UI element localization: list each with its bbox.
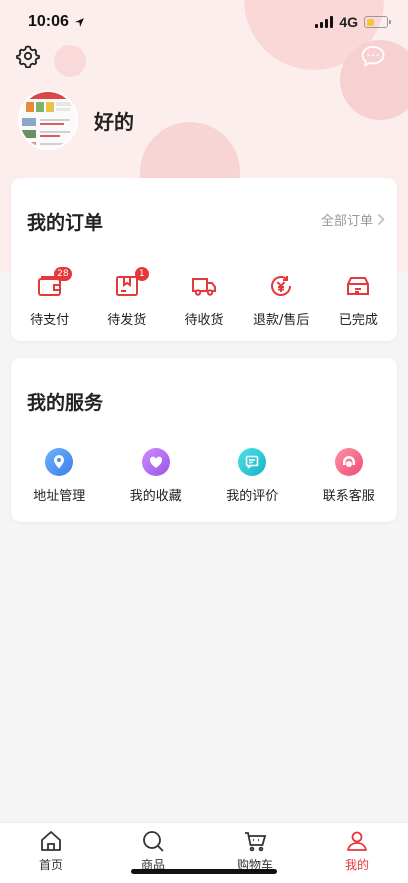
- order-status-label: 待支付: [30, 313, 70, 328]
- tab-label: 首页: [38, 858, 63, 872]
- home-icon: [41, 831, 61, 851]
- cart-icon: [245, 832, 267, 852]
- status-bar: 10:06 4G: [0, 0, 408, 44]
- services-title: 我的服务: [27, 392, 104, 414]
- order-refund-aftersale[interactable]: 退款/售后: [243, 272, 320, 328]
- user-nickname[interactable]: 好的: [94, 106, 134, 135]
- location-arrow-icon: [75, 17, 84, 27]
- tab-products[interactable]: 商品: [102, 823, 204, 883]
- search-icon: [143, 831, 164, 852]
- tab-profile[interactable]: 我的: [306, 823, 408, 883]
- decor-circle: [54, 45, 86, 77]
- message-icon[interactable]: [360, 44, 386, 68]
- orders-title: 我的订单: [27, 212, 104, 234]
- order-status-label: 已完成: [338, 313, 378, 328]
- services-card: 我的服务 地址管理 我的收藏 我的评价 联系客服: [11, 358, 397, 522]
- order-status-label: 待收货: [184, 313, 224, 328]
- box-check-icon: [344, 272, 372, 300]
- service-label: 我的收藏: [129, 489, 182, 504]
- order-status-label: 退款/售后: [252, 313, 310, 328]
- service-icon: [334, 448, 363, 476]
- order-completed[interactable]: 已完成: [320, 272, 397, 328]
- all-orders-label: 全部订单: [320, 214, 373, 229]
- service-address[interactable]: 地址管理: [11, 448, 108, 504]
- signal-icon: [315, 16, 334, 28]
- comment-icon: [238, 448, 267, 476]
- status-time: 10:06: [28, 13, 85, 31]
- order-status-label: 待发货: [107, 313, 147, 328]
- order-status-grid: 28 待支付 1 待发货 待收货 退款/售后 已完成: [11, 267, 397, 328]
- all-orders-link[interactable]: 全部订单: [321, 210, 385, 229]
- avatar[interactable]: [18, 90, 78, 150]
- gear-icon[interactable]: [16, 44, 40, 68]
- orders-card: 我的订单 全部订单 28 待支付 1 待发货 待收货 退款/售后 已完成: [11, 178, 397, 341]
- service-label: 地址管理: [33, 489, 86, 504]
- user-icon: [347, 831, 367, 851]
- heart-icon: [141, 448, 170, 476]
- status-indicators: 4G: [315, 14, 391, 30]
- time-text: 10:06: [28, 13, 69, 30]
- tab-home[interactable]: 首页: [0, 823, 102, 883]
- badge: 28: [54, 267, 72, 281]
- wallet-icon: 28: [36, 267, 72, 300]
- order-pending-payment[interactable]: 28 待支付: [11, 267, 88, 328]
- badge: 1: [134, 267, 149, 281]
- service-label: 联系客服: [322, 489, 375, 504]
- tab-cart[interactable]: 购物车: [204, 823, 306, 883]
- service-reviews[interactable]: 我的评价: [204, 448, 301, 504]
- order-pending-receipt[interactable]: 待收货: [165, 272, 242, 328]
- chevron-right-icon: [377, 213, 385, 226]
- network-label: 4G: [339, 14, 358, 30]
- tab-label: 我的: [344, 858, 369, 872]
- service-label: 我的评价: [226, 489, 279, 504]
- services-grid: 地址管理 我的收藏 我的评价 联系客服: [11, 448, 397, 504]
- service-favorites[interactable]: 我的收藏: [108, 448, 205, 504]
- package-icon: 1: [113, 267, 149, 300]
- order-pending-shipment[interactable]: 1 待发货: [88, 267, 165, 328]
- truck-icon: [190, 272, 218, 300]
- location-icon: [45, 448, 74, 476]
- refund-icon: [267, 272, 295, 300]
- service-customer-support[interactable]: 联系客服: [301, 448, 398, 504]
- home-indicator: [131, 869, 277, 874]
- battery-icon: [364, 16, 391, 28]
